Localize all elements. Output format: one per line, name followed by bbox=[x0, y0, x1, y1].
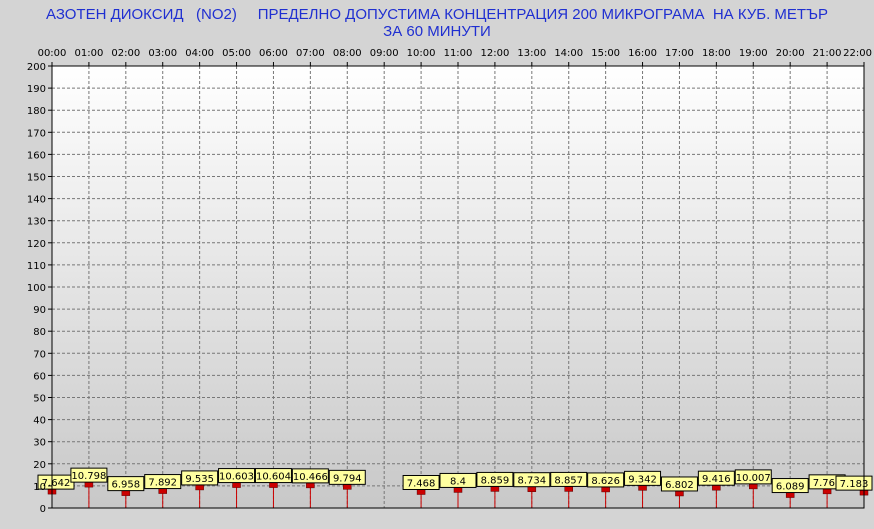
x-axis-ticks: 00:00 01:00 02:00 03:00 04:00 05:00 06:00 07:00… bbox=[38, 48, 872, 66]
y-tick-label: 130 bbox=[27, 217, 46, 228]
bar-marker bbox=[601, 486, 610, 493]
bar-marker bbox=[232, 482, 241, 488]
bar-marker bbox=[675, 490, 684, 497]
y-tick-label: 110 bbox=[27, 261, 46, 272]
y-tick-label: 140 bbox=[27, 195, 46, 206]
x-tick-label: 00:00 bbox=[38, 48, 67, 59]
y-tick-label: 30 bbox=[33, 438, 46, 449]
bar-marker bbox=[785, 492, 795, 498]
data-label: 8.859 bbox=[481, 475, 510, 486]
x-tick-label: 13:00 bbox=[517, 48, 546, 59]
x-tick-label: 06:00 bbox=[259, 48, 288, 59]
data-label: 7.892 bbox=[148, 478, 177, 489]
x-tick-label: 12:00 bbox=[480, 48, 509, 59]
data-label: 9.794 bbox=[333, 473, 362, 484]
x-tick-label: 15:00 bbox=[591, 48, 620, 59]
bar-marker bbox=[84, 481, 94, 488]
bar-marker bbox=[453, 487, 463, 493]
bar-marker bbox=[195, 484, 204, 491]
x-tick-label: 18:00 bbox=[702, 48, 731, 59]
data-label: 6.958 bbox=[111, 480, 140, 491]
grid bbox=[52, 66, 864, 508]
data-label: 8.734 bbox=[517, 476, 546, 487]
y-tick-label: 0 bbox=[40, 504, 46, 515]
y-tick-label: 50 bbox=[33, 394, 46, 405]
data-label: 10.007 bbox=[736, 473, 771, 484]
bar-marker bbox=[490, 486, 500, 492]
y-tick-label: 170 bbox=[27, 128, 46, 139]
bar-marker bbox=[269, 482, 278, 488]
data-label: 6.802 bbox=[665, 480, 694, 491]
y-tick-label: 60 bbox=[33, 371, 46, 382]
y-tick-label: 10 bbox=[33, 482, 46, 493]
y-tick-label: 90 bbox=[33, 305, 46, 316]
bar-marker bbox=[306, 482, 315, 489]
x-tick-label: 17:00 bbox=[665, 48, 694, 59]
x-tick-label: 22:00 bbox=[843, 48, 872, 59]
bar-marker bbox=[343, 484, 352, 490]
y-tick-label: 100 bbox=[27, 283, 46, 294]
bar-marker bbox=[416, 489, 426, 495]
data-label: 10.798 bbox=[71, 471, 106, 482]
bar-marker bbox=[564, 486, 573, 492]
bar-marker bbox=[527, 486, 537, 492]
data-label: 9.342 bbox=[628, 474, 657, 485]
data-label: 8.857 bbox=[554, 475, 583, 486]
bar-marker bbox=[712, 484, 721, 491]
bar-marker bbox=[121, 490, 131, 496]
bar-marker bbox=[638, 485, 647, 491]
data-label: 10.466 bbox=[293, 472, 328, 483]
y-tick-label: 40 bbox=[33, 416, 46, 427]
y-tick-label: 160 bbox=[27, 150, 46, 161]
data-label: 8.4 bbox=[450, 476, 466, 487]
no2-chart: 7.64210.7986.958 7.892 9.535 10.603 10.604 10… bbox=[27, 48, 873, 515]
x-tick-label: 01:00 bbox=[74, 48, 103, 59]
bar-marker bbox=[749, 483, 758, 490]
y-tick-label: 200 bbox=[27, 62, 46, 73]
y-tick-label: 20 bbox=[33, 460, 46, 471]
x-tick-label: 02:00 bbox=[111, 48, 140, 59]
x-tick-label: 04:00 bbox=[185, 48, 214, 59]
y-tick-label: 120 bbox=[27, 239, 46, 250]
y-axis-ticks: 0 10 20 30 40 50 60 70 80 90 100 110 120 130 140 150 160… bbox=[27, 62, 52, 515]
x-tick-label: 21:00 bbox=[813, 48, 842, 59]
data-label: 9.416 bbox=[702, 474, 731, 485]
x-tick-label: 03:00 bbox=[148, 48, 177, 59]
x-tick-label: 14:00 bbox=[554, 48, 583, 59]
x-tick-label: 09:00 bbox=[370, 48, 399, 59]
y-tick-label: 150 bbox=[27, 173, 46, 184]
y-tick-label: 190 bbox=[27, 84, 46, 95]
data-label: 6.089 bbox=[776, 482, 805, 493]
data-label: 7.468 bbox=[407, 478, 436, 489]
data-label: 10.604 bbox=[256, 472, 291, 483]
x-tick-label: 08:00 bbox=[333, 48, 362, 59]
x-tick-label: 16:00 bbox=[628, 48, 657, 59]
x-tick-label: 07:00 bbox=[296, 48, 325, 59]
x-tick-label: 11:00 bbox=[444, 48, 473, 59]
bar-marker bbox=[158, 488, 167, 494]
y-tick-label: 70 bbox=[33, 349, 46, 360]
data-label: 8.626 bbox=[591, 476, 620, 487]
x-tick-label: 20:00 bbox=[776, 48, 805, 59]
data-label: 9.535 bbox=[185, 474, 214, 485]
x-tick-label: 19:00 bbox=[739, 48, 768, 59]
bar-marker bbox=[822, 488, 832, 495]
y-tick-label: 80 bbox=[33, 327, 46, 338]
y-tick-label: 180 bbox=[27, 106, 46, 117]
x-tick-label: 10:00 bbox=[407, 48, 436, 59]
x-tick-label: 05:00 bbox=[222, 48, 251, 59]
data-label: 10.603 bbox=[219, 472, 254, 483]
